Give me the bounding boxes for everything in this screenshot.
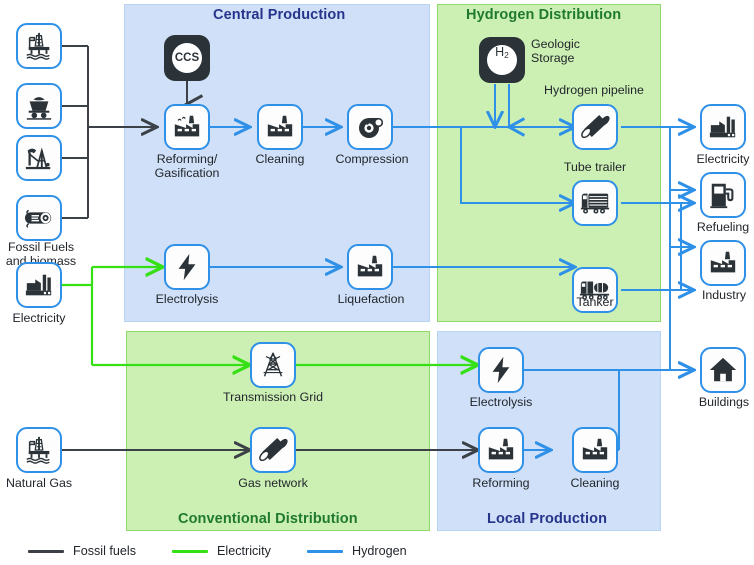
node-label-reforming-gasification: Reforming/ Gasification — [154, 152, 220, 180]
node-liquefaction[interactable] — [347, 244, 393, 290]
node-label-hydrogen-pipeline: Hydrogen pipeline — [544, 83, 644, 97]
node-reforming-gasification[interactable] — [164, 104, 210, 150]
panel-title-conventional-distribution: Conventional Distribution — [178, 511, 358, 527]
factory-icon — [708, 248, 738, 278]
legend-label-fossil-fuels: Fossil fuels — [73, 544, 136, 558]
legend-label-hydrogen: Hydrogen — [352, 544, 407, 558]
node-label-tanker: Tanker — [576, 295, 614, 309]
log-biomass-icon — [24, 203, 54, 233]
coal-cart-icon — [24, 91, 54, 121]
source-label-natural-gas: Natural Gas — [5, 476, 73, 490]
node-compression[interactable] — [347, 104, 393, 150]
legend-swatch-electricity — [172, 549, 208, 553]
legend-item-fossil-fuels: Fossil fuels — [28, 544, 136, 558]
node-label-electrolysis-central: Electrolysis — [155, 292, 219, 306]
node-transmission-grid[interactable] — [250, 342, 296, 388]
node-label-liquefaction: Liquefaction — [337, 292, 405, 306]
enduse-label-industry: Industry — [701, 288, 747, 302]
node-label-electrolysis-local: Electrolysis — [469, 395, 533, 409]
legend: Fossil fuels Electricity Hydrogen — [0, 540, 754, 565]
node-electrolysis-local[interactable] — [478, 347, 524, 393]
enduse-label-refueling: Refueling — [696, 220, 750, 234]
factory-icon — [580, 435, 610, 465]
node-label-geologic-storage: Geologic Storage — [531, 37, 580, 65]
source-coal-cart[interactable] — [16, 83, 62, 129]
lightning-bolt-icon — [172, 252, 202, 282]
enduse-industry[interactable] — [700, 240, 746, 286]
node-cleaning-central[interactable] — [257, 104, 303, 150]
node-label-cleaning-central: Cleaning — [255, 152, 305, 166]
factory-icon — [265, 112, 295, 142]
diagram-canvas: Central Production Hydrogen Distribution… — [0, 0, 754, 565]
source-oil-pumpjack[interactable] — [16, 135, 62, 181]
source-label-electricity: Electricity — [12, 311, 66, 325]
transmission-tower-icon — [258, 350, 288, 380]
panel-title-central-production: Central Production — [213, 7, 346, 23]
h2-icon: H2 — [487, 45, 517, 75]
house-icon — [708, 355, 738, 385]
ccs-icon: CCS — [172, 43, 202, 73]
panel-title-local-production: Local Production — [487, 511, 608, 527]
node-cleaning-local[interactable] — [572, 427, 618, 473]
enduse-electricity[interactable] — [700, 104, 746, 150]
node-reforming-local[interactable] — [478, 427, 524, 473]
compressor-icon — [354, 111, 386, 143]
h2-symbol: H — [495, 45, 505, 59]
source-offshore-rig[interactable] — [16, 23, 62, 69]
node-label-reforming-local: Reforming — [472, 476, 530, 490]
source-natural-gas[interactable] — [16, 427, 62, 473]
pipe-icon — [257, 434, 289, 466]
node-geologic-storage[interactable]: H2 — [479, 37, 525, 83]
node-ccs[interactable]: CCS — [164, 35, 210, 81]
node-gas-network[interactable] — [250, 427, 296, 473]
factory-icon — [486, 435, 516, 465]
legend-swatch-fossil-fuels — [28, 549, 64, 553]
legend-label-electricity: Electricity — [217, 544, 271, 558]
factory-icon — [172, 112, 202, 142]
h2-subscript: 2 — [504, 50, 509, 60]
tube-trailer-truck-icon — [579, 188, 611, 218]
fuel-pump-icon — [708, 180, 738, 210]
node-label-ccs: CCS — [174, 52, 200, 64]
node-label-tube-trailer: Tube trailer — [563, 160, 627, 174]
node-electrolysis-central[interactable] — [164, 244, 210, 290]
node-hydrogen-pipeline[interactable] — [572, 104, 618, 150]
offshore-rig-icon — [24, 435, 54, 465]
node-label-gas-network: Gas network — [238, 476, 308, 490]
panel-local-production — [437, 331, 661, 531]
source-electricity[interactable] — [16, 262, 62, 308]
offshore-rig-icon — [24, 31, 54, 61]
enduse-refueling[interactable] — [700, 172, 746, 218]
node-label-transmission-grid: Transmission Grid — [222, 390, 324, 404]
legend-swatch-hydrogen — [307, 549, 343, 553]
power-plant-icon — [24, 270, 54, 300]
legend-item-hydrogen: Hydrogen — [307, 544, 407, 558]
legend-item-electricity: Electricity — [172, 544, 271, 558]
enduse-label-buildings: Buildings — [698, 395, 750, 409]
pipe-icon — [579, 111, 611, 143]
node-label-cleaning-local: Cleaning — [570, 476, 620, 490]
panel-title-hydrogen-distribution: Hydrogen Distribution — [466, 7, 622, 23]
node-label-compression: Compression — [335, 152, 409, 166]
power-plant-icon — [708, 112, 738, 142]
source-log-biomass[interactable] — [16, 195, 62, 241]
enduse-label-electricity: Electricity — [696, 152, 750, 166]
factory-icon — [355, 252, 385, 282]
enduse-buildings[interactable] — [700, 347, 746, 393]
lightning-bolt-icon — [486, 355, 516, 385]
oil-pumpjack-icon — [24, 143, 54, 173]
node-tube-trailer[interactable] — [572, 180, 618, 226]
